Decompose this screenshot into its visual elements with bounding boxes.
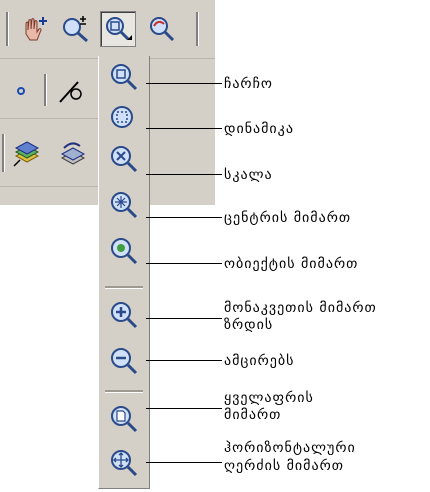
toolbar-row-snap bbox=[0, 60, 100, 119]
leader-line bbox=[146, 217, 222, 218]
zoom-scale-button[interactable] bbox=[107, 142, 141, 176]
layer-previous-button[interactable] bbox=[10, 136, 44, 170]
zoom-window-icon bbox=[111, 64, 138, 91]
zoom-all-icon bbox=[111, 406, 138, 433]
zoom-center-button[interactable] bbox=[107, 188, 141, 222]
node-circle-icon bbox=[17, 87, 25, 95]
zoom-object-button[interactable] bbox=[107, 234, 141, 268]
zoom-center-icon bbox=[111, 192, 138, 219]
zoom-realtime-button[interactable] bbox=[58, 12, 92, 46]
zoom-dynamic-button[interactable] bbox=[107, 102, 141, 136]
leader-line bbox=[146, 318, 222, 319]
zoom-scale-icon bbox=[111, 146, 138, 173]
pan-hand-icon bbox=[25, 17, 47, 41]
pan-button[interactable] bbox=[18, 12, 52, 46]
zoom-flyout-button[interactable] bbox=[100, 11, 136, 47]
flyout-separator bbox=[105, 286, 143, 289]
label-zoom-center: ცენტრის მიმართ bbox=[224, 210, 352, 226]
tangent-icon bbox=[59, 81, 82, 103]
snap-node-button[interactable] bbox=[4, 74, 38, 108]
label-zoom-all-line2: მიმართ bbox=[224, 407, 282, 423]
zoom-flyout-menu bbox=[98, 56, 150, 489]
label-zoom-dynamic: დინამიკა bbox=[224, 121, 294, 137]
toolbar-separator bbox=[44, 74, 47, 106]
toolbar-separator bbox=[196, 12, 199, 46]
flyout-separator bbox=[105, 390, 143, 393]
label-zoom-extents-line1: ჰორიზონტალური bbox=[224, 440, 356, 456]
label-zoom-all-line1: ყველაფრის bbox=[224, 390, 314, 406]
zoom-previous-button[interactable] bbox=[144, 12, 178, 46]
zoom-extents-icon bbox=[111, 450, 138, 477]
zoom-extents-button[interactable] bbox=[107, 446, 141, 480]
label-zoom-extents-line2: ღერძის მიმართ bbox=[224, 458, 344, 474]
zoom-out-icon bbox=[111, 348, 138, 375]
layers-stack-icon bbox=[13, 141, 40, 167]
label-zoom-scale: სკალა bbox=[224, 167, 273, 183]
layers-undo-icon bbox=[60, 142, 86, 165]
label-zoom-in-line2: ზრდის bbox=[224, 317, 274, 333]
label-zoom-object: ობიექტის მიმართ bbox=[224, 256, 359, 272]
toolbar-row-standard bbox=[0, 0, 215, 59]
zoom-dynamic-icon bbox=[111, 106, 133, 128]
leader-line bbox=[146, 174, 222, 175]
label-zoom-in-line1: მონაკვეთის მიმართ bbox=[224, 300, 377, 316]
leader-line bbox=[146, 263, 222, 264]
leader-line bbox=[146, 462, 222, 463]
leader-line bbox=[146, 408, 222, 409]
zoom-all-button[interactable] bbox=[107, 402, 141, 436]
toolbar-separator bbox=[2, 134, 5, 172]
zoom-in-button[interactable] bbox=[107, 298, 141, 332]
zoom-previous-icon bbox=[150, 17, 175, 42]
zoom-window-button[interactable] bbox=[107, 60, 141, 94]
leader-line bbox=[146, 128, 222, 129]
layer-states-button[interactable] bbox=[56, 136, 90, 170]
zoom-window-icon bbox=[106, 17, 132, 41]
zoom-realtime-icon bbox=[63, 16, 88, 43]
label-zoom-out: ამცირებს bbox=[224, 353, 295, 369]
toolbar-row-layers bbox=[0, 122, 100, 187]
leader-line bbox=[146, 83, 222, 84]
zoom-in-icon bbox=[111, 302, 138, 329]
zoom-object-icon bbox=[111, 238, 138, 265]
toolbar-separator bbox=[6, 12, 9, 46]
leader-line bbox=[146, 360, 222, 361]
label-zoom-window: ჩარჩო bbox=[224, 76, 273, 92]
snap-tangent-button[interactable] bbox=[54, 74, 88, 108]
zoom-out-button[interactable] bbox=[107, 344, 141, 378]
